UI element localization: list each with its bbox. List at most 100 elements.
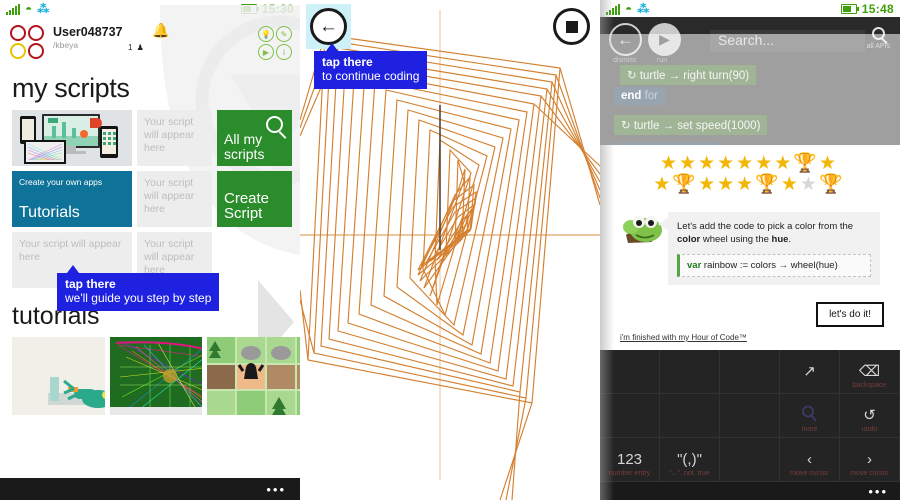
panel-tutorial-step: ◓ ⁂ 15:48 ← dismiss ▶ run Search... all … — [600, 0, 900, 500]
follower-count-value: 1 — [128, 43, 134, 52]
editor-dim-overlay — [600, 34, 900, 162]
stop-icon — [565, 20, 578, 33]
battery-icon — [240, 3, 259, 14]
tile-tutorials[interactable]: Create your own apps Tutorials — [12, 171, 132, 227]
code-editor-area: ← dismiss ▶ run Search... all APIs ↻ tur… — [600, 17, 900, 162]
code-keyboard: ↗ ⌫ backspace more ↺ undo 123 number entry … — [600, 350, 900, 500]
key-blank[interactable] — [720, 438, 780, 482]
tile-placeholder-label: Your script will appear here — [144, 177, 195, 215]
key-move-cursor-left[interactable]: ‹ move cursor — [780, 438, 840, 482]
key-string-glyph: "(,)" — [677, 450, 702, 468]
star-gold: ★ — [698, 153, 716, 174]
search-icon — [266, 116, 283, 133]
play-icon[interactable]: ▶ — [258, 44, 274, 60]
key-blank[interactable] — [660, 350, 720, 394]
pencil-icon[interactable]: ✎ — [276, 26, 292, 42]
tutorial-thumb-3[interactable] — [207, 337, 300, 415]
progress-stars-row-2: ★ 🏆 ★ ★ ★ 🏆 ★ ★ 🏆 — [618, 174, 878, 195]
star-gold: ★ — [659, 153, 678, 174]
tile-tutorials-sublabel: Create your own apps — [19, 177, 103, 187]
key-string-literal[interactable]: "(,)" "...", not, true — [660, 438, 720, 482]
tip-bold-hue: hue — [771, 234, 789, 245]
tip-bold-color: color — [677, 234, 701, 245]
tile-placeholder-label: Your script will appear here — [144, 238, 195, 276]
user-header[interactable]: User048737 /kbeya — [0, 17, 300, 59]
tip-code-snippet: var rainbow := colors → wheel(hue) — [677, 254, 871, 277]
callout-line2: we'll guide you step by step — [65, 291, 212, 305]
user-handle: /kbeya — [53, 40, 79, 50]
bluetooth-icon: ⁂ — [37, 1, 50, 16]
phone-navbar-panel3[interactable]: ••• — [600, 482, 900, 500]
trophy-purple: 🏆 — [755, 174, 779, 195]
key-backspace[interactable]: ⌫ backspace — [840, 350, 900, 394]
tile-create-script-label: Create Script — [224, 190, 270, 222]
star-gray: ★ — [799, 174, 817, 195]
screenshot-stage: ◓ ⁂ 15:30 User048737 /kbeya 🔔 1 ♟ 💡 ✎ ▶ … — [0, 0, 900, 500]
star-gold: ★ — [736, 174, 754, 195]
more-dots-icon[interactable]: ••• — [266, 483, 286, 496]
undo-icon: ↺ — [863, 406, 876, 424]
user-name: User048737 — [53, 25, 123, 39]
trophy-purple: 🏆 — [672, 174, 697, 195]
callout-line1: tap there — [65, 277, 116, 291]
keyboard-grid: ↗ ⌫ backspace more ↺ undo 123 number entry … — [600, 350, 900, 482]
wifi-icon: ◓ — [625, 1, 633, 16]
key-cursor-left-label: move cursor — [790, 470, 829, 477]
trophy-gray: 🏆 — [818, 174, 843, 195]
tile-placeholder[interactable]: Your script will appear here — [137, 110, 212, 166]
tile-hero-image[interactable] — [12, 110, 132, 166]
avatar — [10, 25, 44, 59]
progress-stars-row-1: ★ ★ ★ ★ ★ ★ ★ 🏆 ★ — [618, 153, 878, 174]
key-enter[interactable]: ↗ — [780, 350, 840, 394]
panel-edge-shadow — [600, 0, 614, 500]
star-gold: ★ — [679, 153, 697, 174]
phone-navbar-panel1[interactable]: ••• — [0, 478, 300, 500]
back-button[interactable]: ← — [310, 8, 347, 45]
finish-hour-of-code-link[interactable]: i'm finished with my Hour of Code™ — [620, 333, 747, 342]
status-clock: 15:30 — [261, 1, 294, 16]
script-tiles-grid: Your script will appear here All my scri… — [12, 110, 292, 288]
callout-line2: to continue coding — [322, 69, 420, 83]
bluetooth-icon: ⁂ — [637, 1, 650, 16]
tile-create-script[interactable]: Create Script — [217, 171, 292, 227]
status-bar-panel3: ◓ ⁂ 15:48 — [600, 0, 900, 17]
key-cursor-right-label: move cursor — [850, 470, 889, 477]
key-more[interactable]: more — [780, 394, 840, 438]
tile-placeholder[interactable]: Your script will appear here — [137, 171, 212, 227]
key-blank[interactable] — [660, 394, 720, 438]
tutorial-thumb-1[interactable] — [12, 337, 105, 415]
follower-count: 1 ♟ — [128, 43, 145, 52]
key-undo[interactable]: ↺ undo — [840, 394, 900, 438]
info-icon[interactable]: i — [276, 44, 292, 60]
star-gold: ★ — [818, 153, 837, 174]
star-gold: ★ — [755, 153, 773, 174]
star-gold: ★ — [653, 174, 671, 195]
notification-bell-icon[interactable]: 🔔 — [152, 22, 169, 39]
tutorial-thumb-2[interactable] — [109, 337, 203, 415]
tip-text: Let's add the code to pick a color from … — [677, 220, 871, 246]
key-blank[interactable] — [720, 394, 780, 438]
tip-text-c: wheel using the — [700, 234, 772, 245]
quick-actions-grid[interactable]: 💡 ✎ ▶ i — [258, 26, 292, 60]
star-gold: ★ — [698, 174, 716, 195]
tutorial-thumbnails — [12, 337, 300, 415]
key-move-cursor-right[interactable]: › move cursor — [840, 438, 900, 482]
wifi-icon: ◓ — [25, 1, 33, 16]
key-blank[interactable] — [720, 350, 780, 394]
lets-do-it-button[interactable]: let's do it! — [816, 302, 884, 327]
key-number-label: number entry — [608, 470, 651, 477]
tile-placeholder-label: Your script will appear here — [19, 238, 122, 263]
callout-line1: tap there — [322, 55, 373, 69]
tile-all-my-scripts[interactable]: All my scripts — [217, 110, 292, 166]
key-string-label: "...", not, true — [669, 470, 710, 477]
key-more-label: more — [801, 426, 818, 433]
lightbulb-icon[interactable]: 💡 — [258, 26, 274, 42]
stop-button[interactable] — [553, 8, 590, 45]
signal-bars-icon — [6, 3, 20, 15]
more-dots-icon[interactable]: ••• — [868, 485, 888, 498]
star-gold: ★ — [774, 153, 792, 174]
backspace-icon: ⌫ — [858, 362, 881, 380]
trophy-purple: 🏆 — [793, 153, 817, 174]
tile-all-my-scripts-label: All my scripts — [224, 131, 265, 162]
key-backspace-label: backspace — [852, 382, 887, 389]
